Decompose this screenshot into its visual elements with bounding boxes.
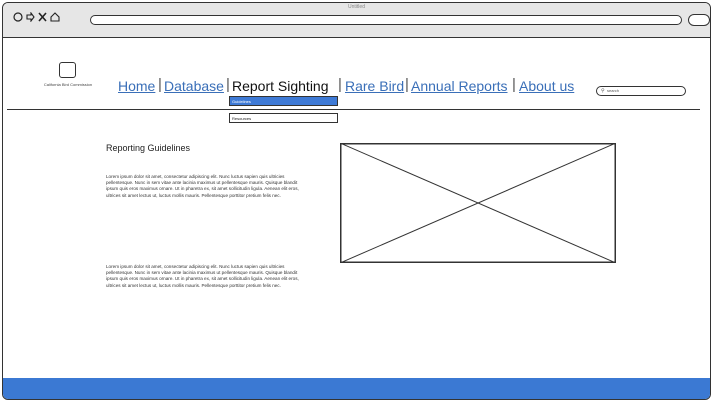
nav-separator: | [158, 76, 162, 93]
nav-home[interactable]: Home [118, 78, 155, 94]
close-icon[interactable] [38, 12, 47, 25]
dropdown-item-resources[interactable]: Resources [229, 113, 338, 123]
browser-titlebar: Untitled [3, 3, 710, 38]
back-icon[interactable] [13, 12, 23, 25]
search-input[interactable]: ⚲ search [596, 86, 686, 96]
nav-separator: | [226, 76, 230, 93]
browser-menu-button[interactable] [688, 14, 710, 26]
body-paragraph: Lorem ipsum dolor sit amet, consectetur … [106, 174, 299, 198]
header-divider [7, 109, 700, 110]
footer-bar [3, 378, 710, 399]
browser-window: Untitled California Bird Commission Home… [2, 2, 711, 400]
nav-report-sighting[interactable]: Report Sighting [232, 78, 329, 94]
nav-annual-reports[interactable]: Annual Reports [411, 78, 508, 94]
nav-separator: | [338, 76, 342, 93]
search-placeholder: search [607, 88, 620, 93]
window-title: Untitled [348, 4, 365, 10]
logo-icon[interactable] [59, 62, 76, 78]
forward-icon[interactable] [25, 11, 35, 25]
nav-rare-bird[interactable]: Rare Bird [345, 78, 404, 94]
url-bar[interactable] [90, 15, 682, 25]
page-heading: Reporting Guidelines [106, 143, 191, 153]
nav-about-us[interactable]: About us [519, 78, 574, 94]
logo-caption: California Bird Commission [43, 82, 93, 87]
image-placeholder [340, 143, 616, 263]
dropdown-item-guidelines[interactable]: Guidelines [229, 96, 338, 106]
home-icon[interactable] [50, 12, 60, 25]
nav-separator: | [405, 76, 409, 93]
body-paragraph: Lorem ipsum dolor sit amet, consectetur … [106, 264, 299, 288]
nav-database[interactable]: Database [164, 78, 224, 94]
search-icon: ⚲ [601, 88, 605, 94]
nav-separator: | [512, 76, 516, 93]
